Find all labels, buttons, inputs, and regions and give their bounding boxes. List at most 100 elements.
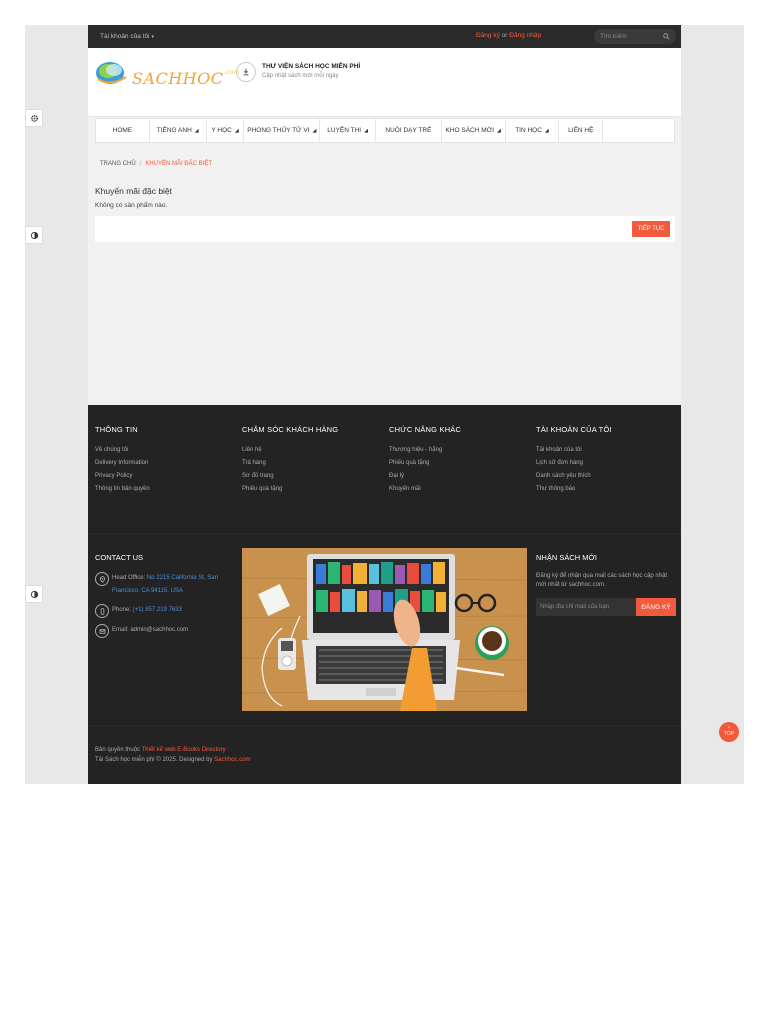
site-logo[interactable]: SACHHOC.com xyxy=(94,57,240,89)
footer-link[interactable]: Sơ đồ trang xyxy=(242,473,338,479)
footer-link[interactable]: Privacy Policy xyxy=(95,473,150,479)
footer-col-title: TÀI KHOẢN CỦA TÔI xyxy=(536,425,612,434)
footer-link[interactable]: Delivery Information xyxy=(95,460,150,466)
search-icon[interactable] xyxy=(663,33,670,40)
page-title: Khuyến mãi đặc biệt xyxy=(95,186,173,196)
breadcrumb-current: KHUYẾN MÃI ĐẶC BIỆT xyxy=(145,161,213,167)
footer-link[interactable]: Phiếu quà tặng xyxy=(389,460,461,466)
copyright-link-1[interactable]: Thiết kế web E-Books Directory xyxy=(142,747,226,753)
globe-logo-icon xyxy=(96,62,127,84)
contact-section: CONTACT US Head Office: No 2215 Californ… xyxy=(95,553,235,644)
header-subtitle: Cập nhật sách mới mỗi ngày xyxy=(262,73,339,79)
download-circle xyxy=(236,62,256,82)
contact-phone: Phone: (+1) 857 219 7633 xyxy=(95,604,235,618)
caret-down-icon: ◢ xyxy=(194,127,199,134)
footer-link[interactable]: Về chúng tôi xyxy=(95,447,150,453)
continue-box: TIẾP TỤC xyxy=(95,216,675,242)
newsletter-subscribe-button[interactable]: ĐĂNG KÝ xyxy=(636,598,676,616)
footer-col-title: THÔNG TIN xyxy=(95,425,138,434)
newsletter-section: NHẬN SÁCH MỚI Đăng ký để nhận qua mail c… xyxy=(536,553,676,616)
email-address[interactable]: admin@sachhoc.com xyxy=(130,627,188,633)
search-input[interactable]: Tìm kiếm xyxy=(594,29,676,44)
auth-links: Đăng ký or Đăng nhập xyxy=(476,32,541,39)
nav-item-9[interactable] xyxy=(603,119,674,142)
nav-item-0[interactable]: HOME xyxy=(96,119,150,142)
nav-item-6[interactable]: KHO SÁCH MỚI ◢ xyxy=(442,119,506,142)
logo-text: SACHHOC.com xyxy=(132,69,241,88)
phone-icon xyxy=(95,604,109,618)
footer-link[interactable]: Thông tin bản quyền xyxy=(95,486,150,492)
account-label: Tài khoản của tôi xyxy=(100,33,150,40)
copyright-link-2[interactable]: Sachhoc.com xyxy=(214,757,250,763)
register-link[interactable]: Đăng ký xyxy=(476,32,500,39)
caret-down-icon: ◢ xyxy=(312,127,317,134)
caret-down-icon: ◢ xyxy=(364,127,368,134)
contrast-toggle-button[interactable] xyxy=(25,226,43,244)
caret-down-icon: ▾ xyxy=(151,33,155,40)
footer-divider-bottom xyxy=(88,725,681,726)
footer-col-title: CHỨC NĂNG KHÁC xyxy=(389,425,462,434)
login-link[interactable]: Đăng nhập xyxy=(509,32,541,39)
caret-down-icon: ◢ xyxy=(234,127,239,134)
footer-link[interactable]: Đại lý xyxy=(389,473,461,479)
nav-item-label: NUÔI DẠY TRẺ xyxy=(385,127,432,134)
nav-item-label: TIẾNG ANH xyxy=(156,127,192,134)
page-container: Tài khoản của tôi ▾ Đăng ký or Đăng nhập… xyxy=(88,25,681,784)
nav-item-8[interactable]: LIÊN HỆ xyxy=(559,119,604,142)
nav-item-2[interactable]: Y HỌC ◢ xyxy=(207,119,245,142)
footer-col-title: CHĂM SÓC KHÁCH HÀNG xyxy=(242,425,339,434)
newsletter-desc: Đăng ký để nhận qua mail các sách học cậ… xyxy=(536,573,668,588)
caret-down-icon: ◢ xyxy=(544,127,549,134)
footer-link[interactable]: Khuyến mãi xyxy=(389,486,461,492)
footer-link[interactable]: Tài khoản của tôi xyxy=(536,447,612,453)
footer-link[interactable]: Liên hệ xyxy=(242,447,338,453)
caret-down-icon: ◢ xyxy=(497,127,501,134)
top-bar: Tài khoản của tôi ▾ Đăng ký or Đăng nhập… xyxy=(88,25,681,48)
nav-item-label: LUYỆN THI xyxy=(327,127,362,134)
nav-item-label: LIÊN HỆ xyxy=(568,127,594,134)
top-label: TOP xyxy=(723,731,735,737)
laptop-illustration xyxy=(242,548,527,711)
gear-icon xyxy=(30,114,38,122)
or-text: or xyxy=(501,32,508,39)
nav-item-7[interactable]: TIN HỌC ◢ xyxy=(506,119,560,142)
contact-title: CONTACT US xyxy=(95,553,144,562)
settings-gear-button[interactable] xyxy=(25,109,43,127)
footer-col-account: TÀI KHOẢN CỦA TÔI Tài khoản của tôi Lịch… xyxy=(536,425,612,499)
search-placeholder: Tìm kiếm xyxy=(600,33,627,40)
contrast-icon xyxy=(30,231,38,239)
site-footer: THÔNG TIN Về chúng tôi Delivery Informat… xyxy=(88,405,681,784)
nav-item-label: PHONG THỦY TỬ VI xyxy=(247,127,310,134)
back-to-top-button[interactable]: ^ TOP xyxy=(719,722,739,742)
nav-item-1[interactable]: TIẾNG ANH ◢ xyxy=(150,119,207,142)
nav-item-3[interactable]: PHONG THỦY TỬ VI ◢ xyxy=(244,119,321,142)
footer-col-customer-care: CHĂM SÓC KHÁCH HÀNG Liên hệ Trả hàng Sơ … xyxy=(242,425,338,499)
account-dropdown[interactable]: Tài khoản của tôi ▾ xyxy=(100,33,154,40)
contrast-icon xyxy=(30,590,38,598)
footer-link[interactable]: Trả hàng xyxy=(242,460,338,466)
contact-email: Email: admin@sachhoc.com xyxy=(95,624,235,638)
breadcrumb-home[interactable]: TRANG CHỦ xyxy=(100,161,136,167)
footer-link[interactable]: Phiếu quà tặng xyxy=(242,486,338,492)
nav-item-5[interactable]: NUÔI DẠY TRẺ xyxy=(376,119,442,142)
envelope-icon xyxy=(95,624,109,638)
footer-col-other: CHỨC NĂNG KHÁC Thương hiệu - hãng Phiếu … xyxy=(389,425,461,499)
continue-button[interactable]: TIẾP TỤC xyxy=(632,221,670,237)
nav-item-label: TIN HỌC xyxy=(515,127,542,134)
footer-link[interactable]: Danh sách yêu thích xyxy=(536,473,612,479)
phone-number[interactable]: (+1) 857 219 7633 xyxy=(133,607,182,613)
breadcrumb: TRANG CHỦ / KHUYẾN MÃI ĐẶC BIỆT xyxy=(100,161,213,167)
nav-item-label: HOME xyxy=(112,127,133,134)
contact-office: Head Office: No 2215 California St, San … xyxy=(95,572,235,598)
nav-item-4[interactable]: LUYỆN THI ◢ xyxy=(320,119,377,142)
newsletter-form: Nhập địa chỉ mail của bạn ĐĂNG KÝ xyxy=(536,598,676,616)
footer-link[interactable]: Thương hiệu - hãng xyxy=(389,447,461,453)
header-title: THƯ VIỆN SÁCH HỌC MIỄN PHÍ xyxy=(262,63,361,70)
footer-link[interactable]: Thư thông báo xyxy=(536,486,612,492)
nav-item-label: KHO SÁCH MỚI xyxy=(445,127,495,134)
nav-item-label: Y HỌC xyxy=(211,127,232,134)
main-nav: HOME TIẾNG ANH ◢ Y HỌC ◢ PHONG THỦY TỬ VI ◢ LUY… xyxy=(95,118,675,143)
newsletter-email-input[interactable]: Nhập địa chỉ mail của bạn xyxy=(536,598,636,616)
footer-link[interactable]: Lịch sử đơn hàng xyxy=(536,460,612,466)
contrast-toggle-button-2[interactable] xyxy=(25,585,43,603)
